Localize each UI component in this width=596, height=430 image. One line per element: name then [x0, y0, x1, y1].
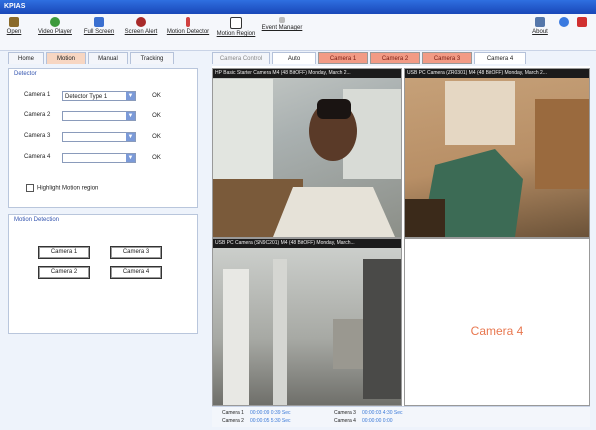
video-player-button[interactable]: Video Player: [34, 17, 76, 35]
open-button[interactable]: Open: [6, 17, 22, 35]
tab-tracking[interactable]: Tracking: [130, 52, 174, 64]
toolbar: Open Video Player Full Screen Screen Ale…: [0, 14, 596, 51]
camera-1-image: [213, 79, 401, 237]
camera-view-4[interactable]: Camera 4: [404, 238, 590, 406]
full-screen-button[interactable]: Full Screen: [80, 17, 118, 35]
tab-camera-4[interactable]: Camera 4: [474, 52, 526, 64]
help-icon: [559, 17, 569, 27]
detector-select-camera-1[interactable]: Detector Type 1 ▼: [62, 91, 136, 101]
motion-detection-group: Motion Detection Camera 1 Camera 3 Camer…: [8, 214, 198, 334]
full-screen-icon: [94, 17, 104, 27]
app-window: KPIAS Open Video Player Full Screen Scre…: [0, 0, 596, 430]
camera-1-header: HP Basic Starter Camera M4 (48 BitOFF) M…: [213, 69, 401, 78]
status-bar: Camera 1 00:00:09 0:39 Sec Camera 3 00:00:…: [212, 406, 590, 427]
camera-3-header: USB PC Camera (SN9C201) M4 (48 BitOFF) M…: [213, 239, 401, 248]
ok-button[interactable]: OK: [149, 153, 164, 163]
ok-button[interactable]: OK: [149, 132, 164, 142]
camera-2-header: USB PC Camera (ZR0301) M4 (48 BitOFF) Mo…: [405, 69, 589, 78]
left-panel: Detector Camera 1 Detector Type 1 ▼ OK Ca…: [8, 68, 205, 422]
tab-home[interactable]: Home: [8, 52, 44, 64]
motion-camera-1-button[interactable]: Camera 1: [38, 246, 90, 259]
tab-camera-1[interactable]: Camera 1: [318, 52, 368, 64]
camera-view-1[interactable]: HP Basic Starter Camera M4 (48 BitOFF) M…: [212, 68, 402, 238]
row-label: Camera 1: [24, 92, 51, 98]
chevron-down-icon: ▼: [126, 92, 135, 100]
motion-detection-title: Motion Detection: [14, 217, 60, 223]
ok-button[interactable]: OK: [149, 111, 164, 121]
video-player-icon: [50, 17, 60, 27]
camera-2-image: [405, 81, 589, 237]
camera-grid: HP Basic Starter Camera M4 (48 BitOFF) M…: [212, 66, 590, 406]
motion-camera-3-button[interactable]: Camera 3: [110, 246, 162, 259]
status-camera-1: Camera 1 00:00:09 0:39 Sec: [222, 410, 291, 416]
tab-motion[interactable]: Motion: [46, 52, 86, 64]
tab-camera-control[interactable]: Camera Control: [212, 52, 270, 64]
ok-button[interactable]: OK: [149, 91, 164, 101]
camera-view-2[interactable]: USB PC Camera (ZR0301) M4 (48 BitOFF) Mo…: [404, 68, 590, 238]
detector-select-camera-4[interactable]: ▼: [62, 153, 136, 163]
row-label: Camera 3: [24, 133, 51, 139]
motion-detector-icon: [186, 17, 190, 27]
status-camera-4: Camera 4 00:00:00 0:00: [334, 418, 393, 424]
screen-alert-button[interactable]: Screen Alert: [120, 17, 162, 35]
status-camera-2: Camera 2 00:00:05 5:30 Sec: [222, 418, 291, 424]
screen-alert-icon: [136, 17, 146, 27]
tab-manual[interactable]: Manual: [88, 52, 128, 64]
about-button[interactable]: About: [530, 17, 550, 35]
motion-region-button[interactable]: Motion Region: [216, 17, 256, 37]
about-icon: [535, 17, 545, 27]
detector-title: Detector: [14, 71, 37, 77]
tab-camera-3[interactable]: Camera 3: [422, 52, 472, 64]
chevron-down-icon: ▼: [126, 133, 135, 141]
chevron-down-icon: ▼: [126, 154, 135, 162]
detector-select-camera-2[interactable]: ▼: [62, 111, 136, 121]
motion-camera-4-button[interactable]: Camera 4: [110, 266, 162, 279]
event-manager-button[interactable]: Event Manager: [258, 17, 306, 31]
open-icon: [9, 17, 19, 27]
camera-view-3[interactable]: USB PC Camera (SN9C201) M4 (48 BitOFF) M…: [212, 238, 402, 406]
highlight-motion-checkbox[interactable]: Highlight Motion region: [26, 184, 98, 192]
exit-icon: [577, 17, 587, 27]
help-button[interactable]: [558, 17, 570, 29]
event-manager-icon: [279, 17, 285, 23]
motion-detector-button[interactable]: Motion Detector: [164, 17, 212, 35]
motion-camera-2-button[interactable]: Camera 2: [38, 266, 90, 279]
detector-select-camera-3[interactable]: ▼: [62, 132, 136, 142]
camera-4-placeholder: Camera 4: [470, 324, 524, 338]
tab-camera-2[interactable]: Camera 2: [370, 52, 420, 64]
chevron-down-icon: ▼: [126, 112, 135, 120]
checkbox-box[interactable]: [26, 184, 34, 192]
status-camera-3: Camera 3 00:00:03 4:30 Sec: [334, 410, 403, 416]
row-label: Camera 4: [24, 154, 51, 160]
motion-region-icon: [230, 17, 242, 29]
title-bar: KPIAS: [0, 0, 596, 14]
detector-group: Detector Camera 1 Detector Type 1 ▼ OK Ca…: [8, 68, 198, 208]
tab-auto[interactable]: Auto: [272, 52, 316, 64]
exit-button[interactable]: [576, 17, 588, 29]
row-label: Camera 2: [24, 112, 51, 118]
camera-3-image: [223, 259, 401, 405]
